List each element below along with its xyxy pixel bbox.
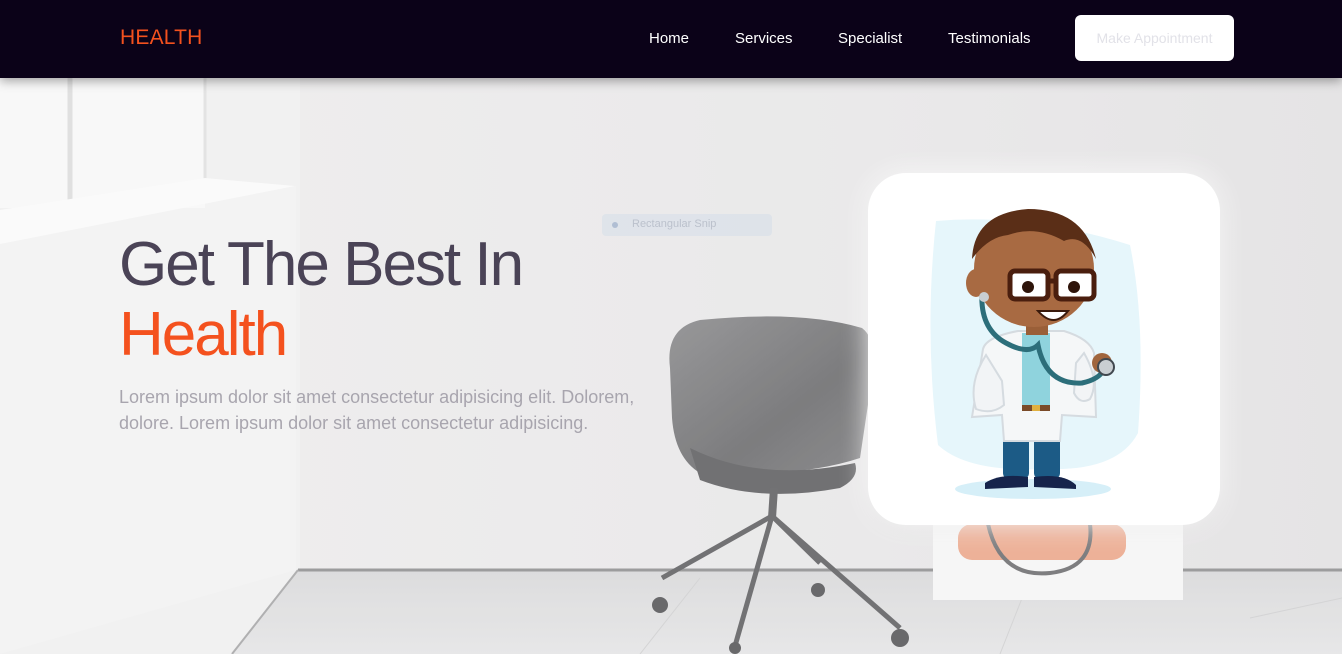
- nav-link-specialist[interactable]: Specialist: [838, 30, 902, 47]
- hero-title-accent: Health: [119, 300, 288, 369]
- make-appointment-button[interactable]: Make Appointment: [1075, 15, 1234, 61]
- toast-dot-icon: [612, 222, 618, 228]
- hero-section: Rectangular Snip Get The Best In Health …: [0, 78, 1342, 654]
- hero-title: Get The Best In Health: [119, 230, 524, 370]
- hero-description: Lorem ipsum dolor sit amet consectetur a…: [119, 387, 635, 433]
- doctor-illustration: [930, 209, 1141, 499]
- nav-link-home[interactable]: Home: [649, 30, 689, 47]
- hero-title-line1: Get The Best In: [119, 230, 524, 299]
- navbar: HEALTH Home Services Specialist Testimon…: [0, 0, 1342, 78]
- nav-link-testimonials[interactable]: Testimonials: [948, 30, 1031, 47]
- nav-link-services[interactable]: Services: [735, 30, 793, 47]
- toast-notification: Rectangular Snip: [602, 214, 772, 236]
- doctor-card: [868, 173, 1220, 525]
- toast-text: Rectangular Snip: [632, 218, 717, 230]
